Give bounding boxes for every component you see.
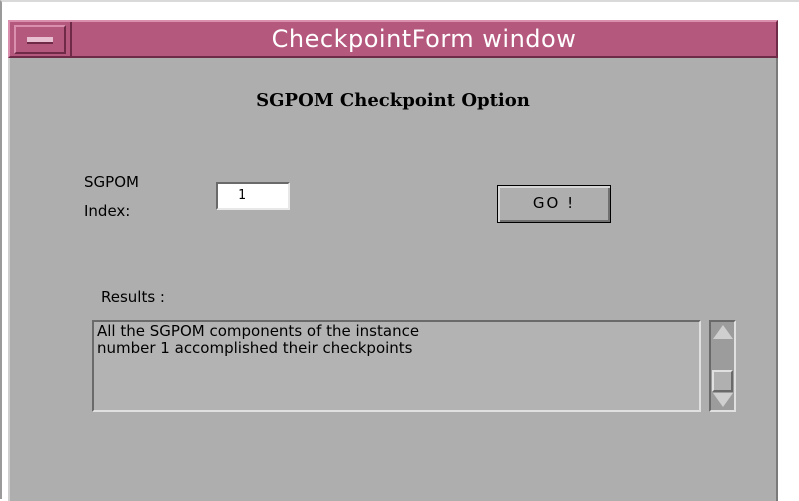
window-menu-icon: [27, 37, 53, 44]
checkpoint-form-window: CheckpointForm window SGPOM Checkpoint O…: [0, 0, 799, 501]
go-button[interactable]: GO !: [497, 185, 611, 223]
sgpom-index-label: SGPOM Index:: [84, 173, 139, 220]
results-scrollbar[interactable]: [709, 320, 736, 412]
sgpom-index-input[interactable]: 1: [216, 182, 290, 210]
arrow-up-icon[interactable]: [713, 325, 733, 339]
scrollbar-thumb[interactable]: [712, 370, 733, 392]
title-bar[interactable]: CheckpointForm window: [8, 20, 778, 58]
results-textarea[interactable]: All the SGPOM components of the instance…: [92, 320, 701, 412]
arrow-down-icon[interactable]: [713, 393, 733, 407]
form-panel: SGPOM Checkpoint Option SGPOM Index: 1 G…: [8, 58, 778, 501]
results-line: All the SGPOM components of the instance: [97, 322, 420, 340]
results-line: number 1 accomplished their checkpoints: [97, 339, 413, 357]
window-title: CheckpointForm window: [271, 25, 577, 53]
form-heading: SGPOM Checkpoint Option: [256, 90, 530, 111]
results-label: Results :: [101, 288, 165, 306]
window-menu-button[interactable]: [14, 25, 66, 54]
